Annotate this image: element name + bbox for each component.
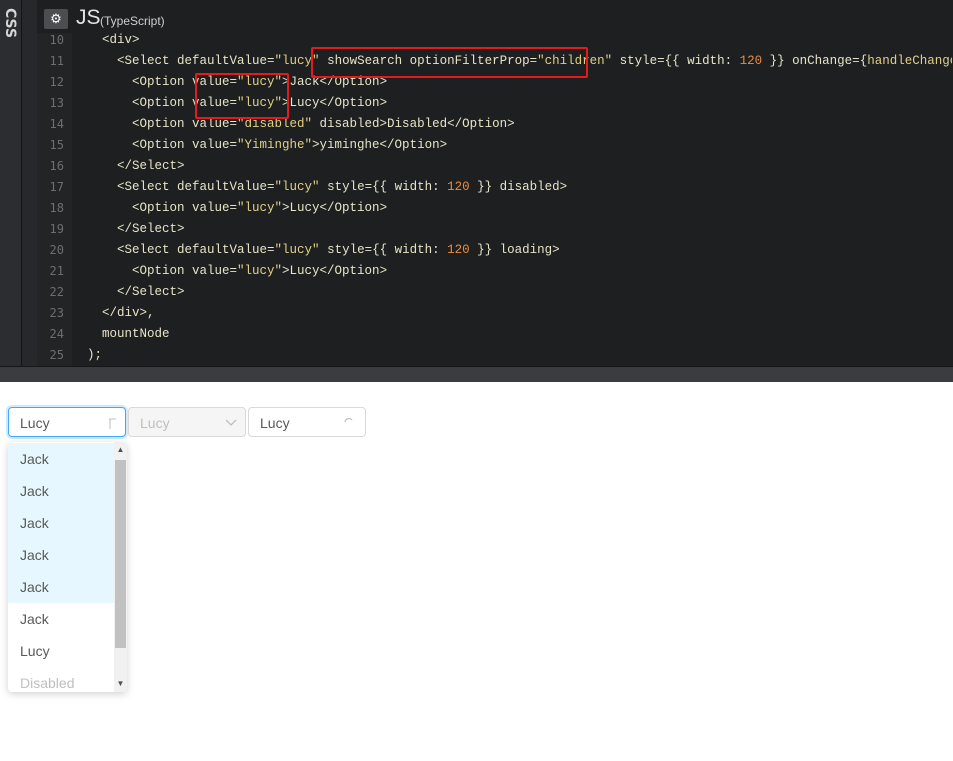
line-number: 14 xyxy=(49,117,64,131)
code-token: </Select> xyxy=(72,159,185,173)
line-number: 13 xyxy=(49,96,64,110)
line-number: 23 xyxy=(49,306,64,320)
highlight-box-option-values xyxy=(195,73,289,119)
code-token: 120 xyxy=(447,180,470,194)
code-token: <Select defaultValue= xyxy=(72,180,275,194)
code-token: <Select defaultValue= xyxy=(72,54,275,68)
code-line: ); xyxy=(72,345,102,366)
search-select-value: Lucy xyxy=(20,415,50,431)
editor-resize-bar[interactable] xyxy=(0,366,953,382)
panel-divider xyxy=(22,0,37,366)
line-number: 12 xyxy=(49,75,64,89)
code-token: mountNode xyxy=(72,327,170,341)
code-token: </Select> xyxy=(72,285,185,299)
line-number: 21 xyxy=(49,264,64,278)
disabled-select: Lucy xyxy=(128,407,246,437)
search-select[interactable]: Lucy xyxy=(8,407,126,437)
code-token: }} disabled> xyxy=(469,180,568,194)
code-token: style={{ width: xyxy=(612,54,740,68)
code-token: <Option value= xyxy=(72,201,238,215)
code-token: <Select defaultValue= xyxy=(72,243,275,257)
disabled-select-value: Lucy xyxy=(140,415,170,431)
code-token: <Option value= xyxy=(72,264,238,278)
code-token: handleChange xyxy=(867,54,952,68)
line-number: 24 xyxy=(49,327,64,341)
code-token: "lucy" xyxy=(237,201,283,215)
code-token: style={{ width: xyxy=(319,243,448,257)
loading-spinner-icon xyxy=(344,418,353,423)
code-token: >Lucy</Option> xyxy=(282,264,388,278)
dropdown-option: Disabled xyxy=(20,675,75,691)
code-line: mountNode xyxy=(72,324,170,345)
code-token: </Select> xyxy=(72,222,185,236)
code-token: "lucy" xyxy=(274,180,320,194)
line-number: 15 xyxy=(49,138,64,152)
code-line: <Option value="lucy">Lucy</Option> xyxy=(72,198,387,219)
loading-select[interactable]: Lucy xyxy=(248,407,366,437)
code-token: ); xyxy=(72,348,103,362)
code-token: >Lucy</Option> xyxy=(282,96,388,110)
highlight-box-showsearch xyxy=(311,47,588,78)
scroll-down-arrow-icon[interactable]: ▼ xyxy=(114,678,127,690)
line-number: 22 xyxy=(49,285,64,299)
code-token: 120 xyxy=(447,243,470,257)
code-line: </div>, xyxy=(72,303,155,324)
line-number: 10 xyxy=(49,33,64,47)
code-line: </Select> xyxy=(72,282,185,303)
line-number: 18 xyxy=(49,201,64,215)
code-token: "Yiminghe" xyxy=(237,138,313,152)
line-number: 19 xyxy=(49,222,64,236)
line-number: 17 xyxy=(49,180,64,194)
dropdown-option[interactable]: Jack xyxy=(8,507,114,539)
js-lang-label: JS xyxy=(76,6,101,29)
code-line: <div> xyxy=(72,33,140,51)
dropdown-option[interactable]: Jack xyxy=(8,571,114,603)
line-number-gutter: 10 11 12 13 14 15 16 17 18 19 20 21 22 23 24 25 xyxy=(37,33,72,366)
code-token: "disabled" xyxy=(237,117,313,131)
chevron-down-icon xyxy=(225,419,237,426)
code-line: <Option value="Yiminghe">yiminghe</Optio… xyxy=(72,135,447,156)
line-number: 16 xyxy=(49,159,64,173)
line-number: 20 xyxy=(49,243,64,257)
dropdown-scrollbar[interactable]: ▲ ▼ xyxy=(114,442,127,692)
text-cursor-icon xyxy=(109,418,116,429)
code-token: style={{ width: xyxy=(319,180,448,194)
code-token: disabled>Disabled</Option> xyxy=(312,117,515,131)
code-token: <Option value= xyxy=(72,138,238,152)
code-token: >yiminghe</Option> xyxy=(312,138,448,152)
dropdown-option[interactable]: Lucy xyxy=(8,635,114,667)
scroll-up-arrow-icon[interactable]: ▲ xyxy=(114,444,127,456)
js-panel-subtitle: (TypeScript) xyxy=(100,14,165,28)
code-line: </Select> xyxy=(72,156,185,177)
line-number: 11 xyxy=(49,54,64,68)
code-token: <div> xyxy=(72,33,140,47)
code-line: </Select> xyxy=(72,219,185,240)
code-token: }} loading> xyxy=(469,243,560,257)
code-token: </div>, xyxy=(72,306,155,320)
css-tab-label: CSS xyxy=(2,8,18,39)
css-panel-tab[interactable]: CSS xyxy=(0,0,22,366)
js-panel-title: JS xyxy=(76,6,101,30)
code-token: 120 xyxy=(739,54,763,68)
code-line: <Select defaultValue="lucy" style={{ wid… xyxy=(72,177,567,198)
select-dropdown-menu: Jack Jack Jack Jack Jack Jack Lucy Disabled ▲ ▼ xyxy=(8,442,127,692)
gear-icon: ⚙ xyxy=(50,11,62,26)
dropdown-option[interactable]: Jack xyxy=(8,539,114,571)
dropdown-option[interactable]: Jack xyxy=(8,603,114,635)
code-token: >Lucy</Option> xyxy=(282,201,388,215)
code-token: "lucy" xyxy=(274,243,320,257)
settings-gear-button[interactable]: ⚙ xyxy=(44,9,68,29)
dropdown-option[interactable]: Jack xyxy=(8,443,114,475)
scrollbar-thumb[interactable] xyxy=(115,460,126,648)
code-token: <Option value= xyxy=(72,117,238,131)
code-line: <Select defaultValue="lucy" style={{ wid… xyxy=(72,240,560,261)
code-line: <Option value="lucy">Lucy</Option> xyxy=(72,261,387,282)
code-token: "lucy" xyxy=(237,264,283,278)
line-number: 25 xyxy=(49,348,64,362)
code-line: <Option value="disabled" disabled>Disabl… xyxy=(72,114,515,135)
dropdown-option[interactable]: Jack xyxy=(8,475,114,507)
code-token: }} onChange={ xyxy=(762,54,868,68)
loading-select-value: Lucy xyxy=(260,415,290,431)
